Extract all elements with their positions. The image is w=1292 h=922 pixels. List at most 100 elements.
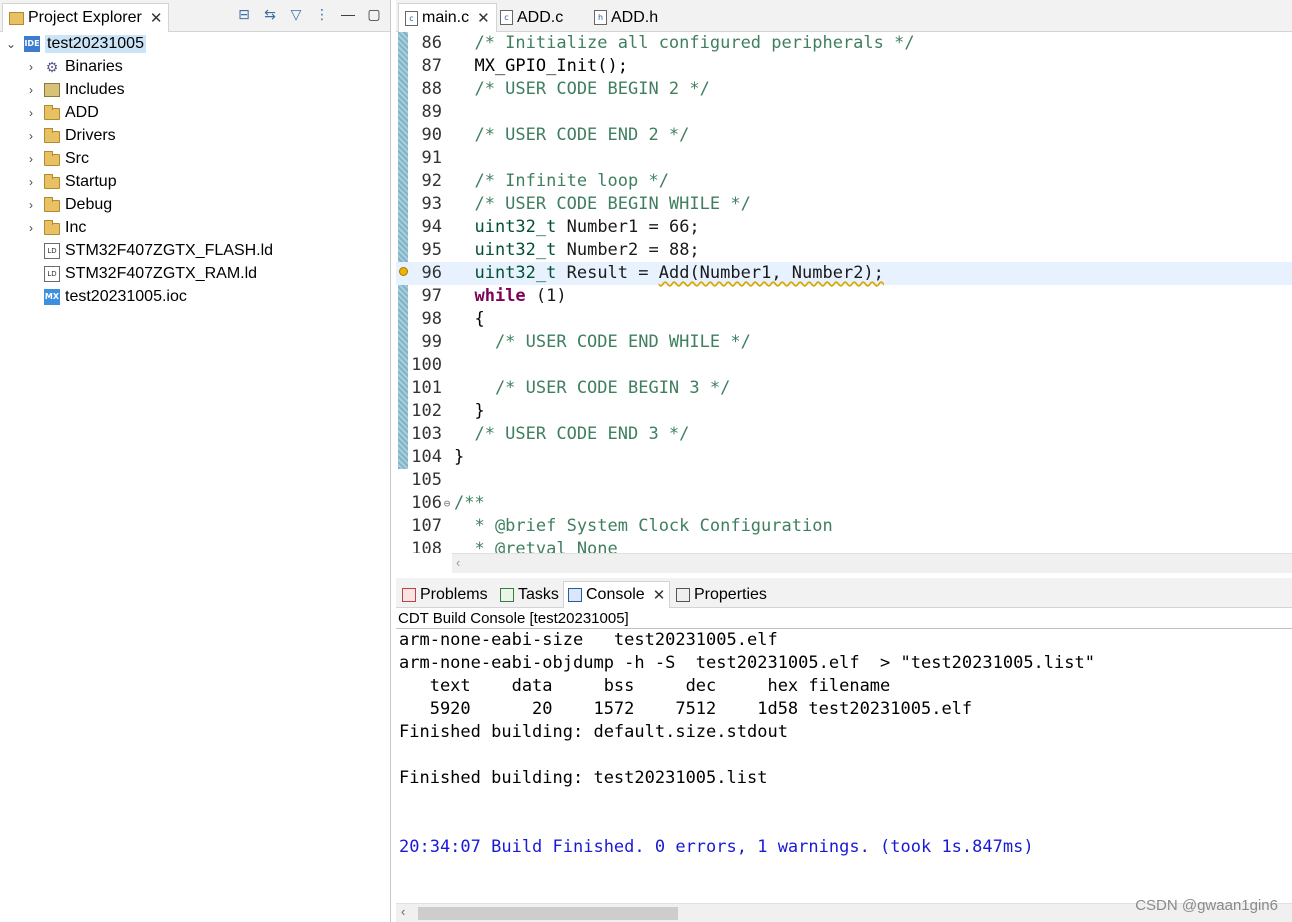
line-number: 93 bbox=[421, 194, 442, 214]
tab-project-explorer[interactable]: Project Explorer ✕ bbox=[2, 3, 170, 32]
console-output[interactable]: arm-none-eabi-size test20231005.elf arm-n… bbox=[396, 629, 1292, 903]
maximize-icon[interactable]: ▢ bbox=[366, 6, 382, 23]
editor-horizontal-scrollbar[interactable]: ‹ bbox=[452, 553, 1292, 573]
tree-item-ioc[interactable]: MX test20231005.ioc bbox=[24, 285, 187, 308]
line-number: 86 bbox=[421, 33, 442, 53]
line-number: 94 bbox=[421, 217, 442, 237]
tree-item-debug[interactable]: › Debug bbox=[24, 193, 112, 216]
warning-squiggle[interactable]: Add(Number1, Number2); bbox=[659, 263, 884, 283]
code-line[interactable]: 105 bbox=[396, 469, 1292, 492]
code-line[interactable]: 107 * @brief System Clock Configuration bbox=[396, 515, 1292, 538]
code-text: * @brief System Clock Configuration bbox=[454, 516, 833, 536]
minimize-icon[interactable]: — bbox=[340, 6, 356, 23]
type-token: uint32_t bbox=[474, 263, 557, 283]
code-text-area[interactable]: 86 /* Initialize all configured peripher… bbox=[396, 32, 1292, 553]
tree-item-label: Src bbox=[65, 149, 89, 167]
tree-item-src[interactable]: › Src bbox=[24, 147, 89, 170]
filter-icon[interactable]: ▽ bbox=[288, 6, 304, 23]
tree-item-binaries[interactable]: › ⚙ Binaries bbox=[24, 55, 123, 78]
tree-item-includes[interactable]: › Includes bbox=[24, 78, 125, 101]
explorer-toolbar: ⊟ ⇆ ▽ ⋮ — ▢ bbox=[236, 6, 382, 23]
code-line[interactable]: 98 { bbox=[396, 308, 1292, 331]
tree-item-inc[interactable]: › Inc bbox=[24, 216, 86, 239]
h-file-icon: h bbox=[594, 10, 607, 25]
code-line[interactable]: 95 uint32_t Number2 = 88; bbox=[396, 239, 1292, 262]
code-line[interactable]: 99 /* USER CODE END WHILE */ bbox=[396, 331, 1292, 354]
tab-add-c[interactable]: c ADD.c bbox=[494, 3, 569, 32]
tab-add-h[interactable]: h ADD.h bbox=[588, 3, 664, 32]
tab-properties[interactable]: Properties bbox=[672, 581, 771, 608]
project-icon: IDE bbox=[24, 35, 40, 52]
code-line[interactable]: 96 uint32_t Result = Add(Number1, Number… bbox=[396, 262, 1292, 285]
tab-label: Properties bbox=[694, 585, 767, 603]
binaries-icon: ⚙ bbox=[45, 58, 59, 75]
close-icon[interactable]: ✕ bbox=[653, 586, 666, 604]
code-line[interactable]: 89 bbox=[396, 101, 1292, 124]
chevron-right-icon[interactable]: › bbox=[24, 83, 38, 97]
tasks-icon bbox=[500, 587, 514, 602]
chevron-right-icon[interactable]: › bbox=[24, 175, 38, 189]
code-line[interactable]: 93 /* USER CODE BEGIN WHILE */ bbox=[396, 193, 1292, 216]
code-text: /** bbox=[454, 493, 485, 513]
code-line[interactable]: 106 ⊖/** bbox=[396, 492, 1292, 515]
code-line[interactable]: 104} bbox=[396, 446, 1292, 469]
close-icon[interactable]: ✕ bbox=[150, 9, 163, 27]
code-text: * @retval None bbox=[454, 539, 618, 553]
code-line[interactable]: 94 uint32_t Number1 = 66; bbox=[396, 216, 1292, 239]
properties-icon bbox=[676, 587, 690, 602]
tree-item-drivers[interactable]: › Drivers bbox=[24, 124, 116, 147]
tree-item-label: Includes bbox=[65, 80, 125, 98]
tree-item-flash-ld[interactable]: LD STM32F407ZGTX_FLASH.ld bbox=[24, 239, 273, 262]
chevron-down-icon[interactable]: ⌄ bbox=[4, 37, 18, 51]
link-with-editor-icon[interactable]: ⇆ bbox=[262, 6, 278, 23]
warning-icon[interactable] bbox=[399, 267, 408, 276]
code-line[interactable]: 100 bbox=[396, 354, 1292, 377]
scroll-left-icon[interactable]: ‹ bbox=[401, 904, 405, 919]
view-menu-icon[interactable]: ⋮ bbox=[314, 6, 330, 23]
chevron-right-icon[interactable]: › bbox=[24, 129, 38, 143]
close-icon[interactable]: ✕ bbox=[477, 9, 490, 27]
line-number: 106 bbox=[411, 493, 442, 513]
scrollbar-thumb[interactable] bbox=[418, 907, 678, 920]
code-line[interactable]: 103 /* USER CODE END 3 */ bbox=[396, 423, 1292, 446]
code-line[interactable]: 97 while (1) bbox=[396, 285, 1292, 308]
code-line[interactable]: 87 MX_GPIO_Init(); bbox=[396, 55, 1292, 78]
code-line[interactable]: 86 /* Initialize all configured peripher… bbox=[396, 32, 1292, 55]
collapse-all-icon[interactable]: ⊟ bbox=[236, 6, 252, 23]
linker-file-icon: LD bbox=[44, 242, 60, 259]
scroll-left-icon[interactable]: ‹ bbox=[456, 555, 460, 570]
folder-icon bbox=[44, 127, 60, 143]
code-text: /* USER CODE BEGIN WHILE */ bbox=[454, 194, 751, 214]
chevron-right-icon[interactable]: › bbox=[24, 198, 38, 212]
tab-tasks[interactable]: Tasks bbox=[496, 581, 563, 608]
chevron-right-icon[interactable]: › bbox=[24, 152, 38, 166]
mx-file-icon: MX bbox=[44, 288, 60, 305]
fold-collapse-icon[interactable]: ⊖ bbox=[442, 492, 452, 515]
code-line[interactable]: 88 /* USER CODE BEGIN 2 */ bbox=[396, 78, 1292, 101]
code-line[interactable]: 101 /* USER CODE BEGIN 3 */ bbox=[396, 377, 1292, 400]
tree-item-startup[interactable]: › Startup bbox=[24, 170, 117, 193]
code-line[interactable]: 91 bbox=[396, 147, 1292, 170]
chevron-right-icon[interactable]: › bbox=[24, 60, 38, 74]
type-token: uint32_t bbox=[474, 217, 557, 237]
project-explorer-view: Project Explorer ✕ ⊟ ⇆ ▽ ⋮ — ▢ ⌄ IDE tes… bbox=[0, 0, 391, 922]
code-line[interactable]: 102 } bbox=[396, 400, 1292, 423]
includes-icon bbox=[44, 82, 60, 97]
code-text: } bbox=[454, 401, 485, 421]
code-line[interactable]: 108 * @retval None bbox=[396, 538, 1292, 553]
line-number: 107 bbox=[411, 516, 442, 536]
tab-problems[interactable]: Problems bbox=[398, 581, 492, 608]
chevron-right-icon[interactable]: › bbox=[24, 106, 38, 120]
type-token: uint32_t bbox=[474, 240, 557, 260]
tree-item-project[interactable]: ⌄ IDE test20231005 bbox=[4, 32, 146, 55]
tree-item-ram-ld[interactable]: LD STM32F407ZGTX_RAM.ld bbox=[24, 262, 257, 285]
code-text: uint32_t Number1 = 66; bbox=[474, 217, 700, 237]
code-line[interactable]: 92 /* Infinite loop */ bbox=[396, 170, 1292, 193]
tab-console[interactable]: Console ✕ bbox=[563, 581, 671, 608]
tree-item-add[interactable]: › ADD bbox=[24, 101, 99, 124]
line-number: 90 bbox=[421, 125, 442, 145]
code-line[interactable]: 90 /* USER CODE END 2 */ bbox=[396, 124, 1292, 147]
console-line: Finished building: default.size.stdout bbox=[399, 722, 788, 742]
tab-main-c[interactable]: c main.c ✕ bbox=[398, 3, 497, 32]
chevron-right-icon[interactable]: › bbox=[24, 221, 38, 235]
